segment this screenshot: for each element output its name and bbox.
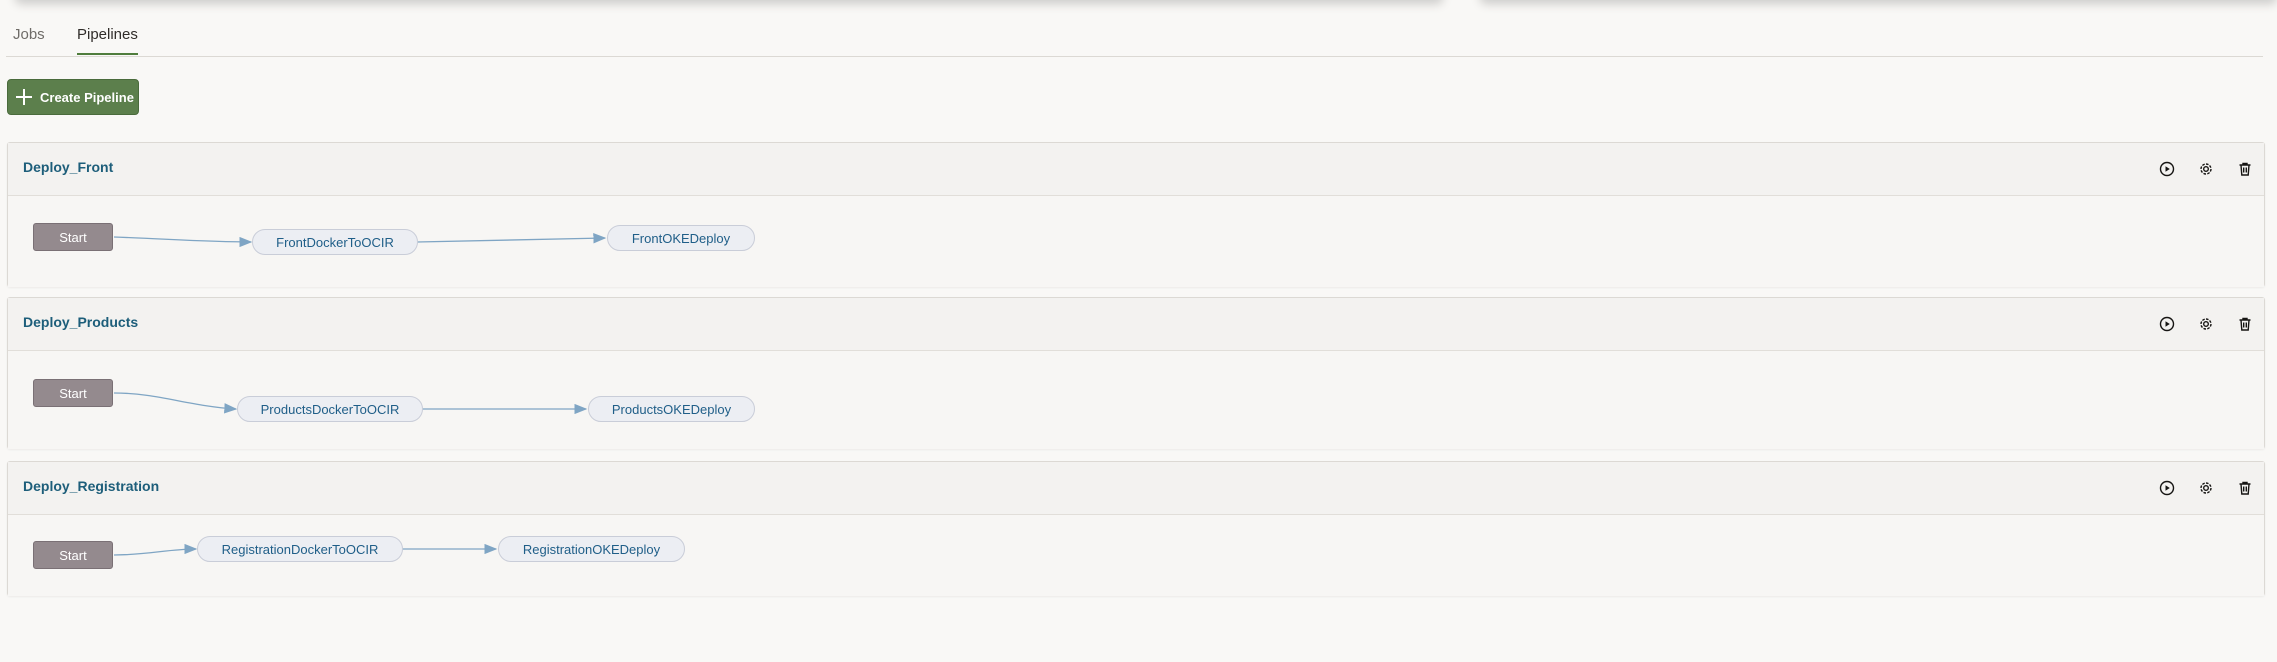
play-icon[interactable] [2156,477,2178,499]
stage-node[interactable]: ProductsDockerToOCIR [237,396,423,422]
gear-icon[interactable] [2195,158,2217,180]
pipeline-header: Deploy_Front [8,143,2264,196]
stage-node[interactable]: RegistrationOKEDeploy [498,536,685,562]
pipeline-card: Deploy_Products Start ProductsDockerToOC… [7,297,2265,449]
trash-icon[interactable] [2234,158,2256,180]
pipeline-header: Deploy_Products [8,298,2264,351]
pipeline-card: Deploy_Front Start FrontDockerToOCIR Fro… [7,142,2265,287]
pipeline-graph: Start ProductsDockerToOCIR ProductsOKEDe… [8,351,2264,449]
pipeline-graph: Start FrontDockerToOCIR FrontOKEDeploy [8,196,2264,287]
stage-node[interactable]: ProductsOKEDeploy [588,396,755,422]
pipeline-graph: Start RegistrationDockerToOCIR Registrat… [8,515,2264,596]
play-icon[interactable] [2156,158,2178,180]
gear-icon[interactable] [2195,313,2217,335]
pipeline-name[interactable]: Deploy_Front [23,159,113,175]
start-node[interactable]: Start [33,541,113,569]
pipeline-name[interactable]: Deploy_Registration [23,478,159,494]
play-icon[interactable] [2156,313,2178,335]
pipeline-actions [2156,313,2256,335]
stage-node[interactable]: RegistrationDockerToOCIR [197,536,403,562]
trash-icon[interactable] [2234,313,2256,335]
edge [113,543,198,556]
edge [113,392,238,414]
pipeline-card: Deploy_Registration Start RegistrationDo… [7,461,2265,596]
plus-icon [16,89,32,105]
tab-jobs[interactable]: Jobs [13,26,45,53]
tab-bar: Jobs Pipelines [6,18,2263,57]
pipeline-name[interactable]: Deploy_Products [23,314,138,330]
trash-icon[interactable] [2234,477,2256,499]
edge [416,233,607,244]
pipeline-actions [2156,477,2256,499]
start-node[interactable]: Start [33,379,113,407]
create-pipeline-label: Create Pipeline [40,89,134,105]
pipeline-header: Deploy_Registration [8,462,2264,515]
tab-pipelines[interactable]: Pipelines [77,26,138,55]
start-node[interactable]: Start [33,223,113,251]
edge [113,236,253,248]
stage-node[interactable]: FrontDockerToOCIR [252,229,418,255]
create-pipeline-button[interactable]: Create Pipeline [7,79,139,115]
gear-icon[interactable] [2195,477,2217,499]
stage-node[interactable]: FrontOKEDeploy [607,225,755,251]
pipeline-actions [2156,158,2256,180]
